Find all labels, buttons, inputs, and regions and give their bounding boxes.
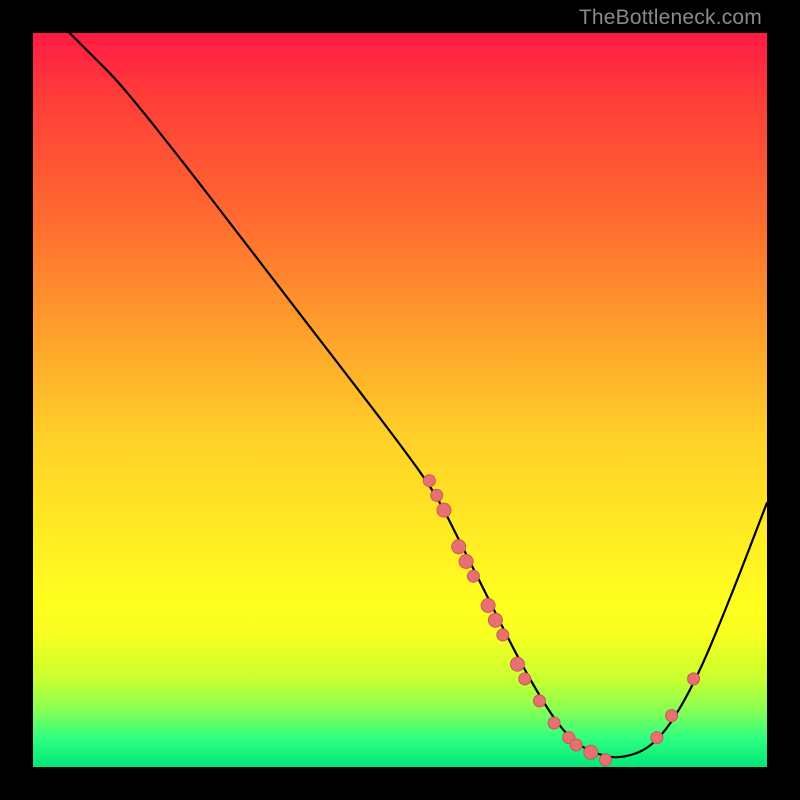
highlight-dot [423, 475, 435, 487]
highlight-dot [548, 717, 560, 729]
bottleneck-curve [70, 33, 767, 757]
highlight-dot [534, 695, 546, 707]
highlight-dot [431, 489, 443, 501]
highlight-dot [519, 673, 531, 685]
highlight-dot [510, 657, 524, 671]
highlight-dot [688, 673, 700, 685]
highlight-dot [651, 732, 663, 744]
highlight-dot [437, 503, 451, 517]
highlight-dot [584, 745, 598, 759]
highlight-dot [459, 555, 473, 569]
highlight-dot [600, 754, 612, 766]
highlight-dots [423, 475, 699, 766]
highlight-dot [570, 739, 582, 751]
highlight-dot [481, 599, 495, 613]
highlight-dot [666, 710, 678, 722]
highlight-dot [452, 540, 466, 554]
chart-svg [33, 33, 767, 767]
highlight-dot [467, 570, 479, 582]
watermark-text: TheBottleneck.com [579, 6, 762, 30]
highlight-dot [488, 613, 502, 627]
chart-frame [33, 33, 767, 767]
highlight-dot [497, 629, 509, 641]
